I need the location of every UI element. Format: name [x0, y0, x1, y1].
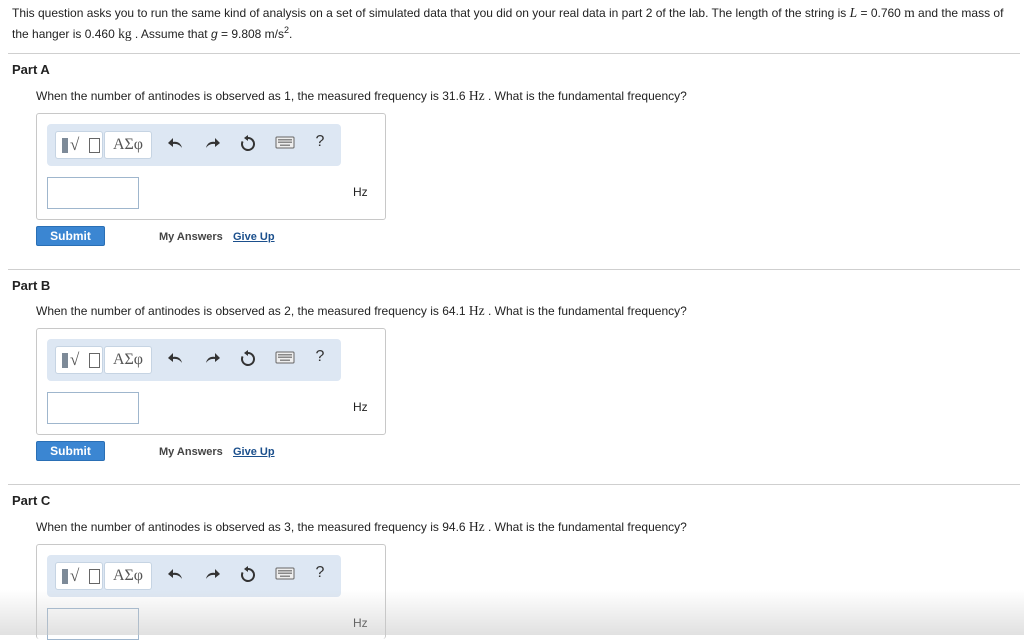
question-text-end: . What is the fundamental frequency? [484, 520, 687, 534]
intro-period: . [289, 27, 293, 41]
my-answers-label: My Answers [159, 446, 223, 458]
divider [8, 484, 1020, 485]
help-icon[interactable]: ? [311, 133, 329, 153]
reset-icon[interactable] [239, 566, 257, 586]
redo-icon[interactable] [203, 135, 221, 155]
greek-symbols-button[interactable]: ΑΣφ [104, 346, 152, 374]
part-a-answer-box: √ ΑΣφ ? Hz [36, 113, 386, 220]
divider [8, 269, 1020, 270]
templates-button[interactable]: √ [55, 346, 103, 374]
part-c-question: When the number of antinodes is observed… [36, 519, 687, 535]
give-up-link[interactable]: Give Up [233, 446, 275, 458]
answer-unit: Hz [353, 400, 368, 414]
help-icon[interactable]: ? [311, 564, 329, 584]
reset-icon[interactable] [239, 135, 257, 155]
keyboard-icon[interactable] [275, 135, 295, 155]
question-text: When the number of antinodes is observed… [36, 520, 469, 534]
math-toolbar: √ ΑΣφ ? [47, 339, 341, 381]
gravity-value: = 9.808 m/s [217, 27, 285, 41]
greek-label: ΑΣφ [112, 136, 144, 153]
problem-intro: This question asks you to run the same k… [12, 4, 1012, 43]
answer-unit: Hz [353, 185, 368, 199]
sqrt-icon: √ [70, 566, 80, 585]
part-c-answer-box: √ ΑΣφ ? Hz [36, 544, 386, 640]
question-unit: Hz [468, 88, 485, 103]
part-b-title: Part B [12, 278, 51, 293]
intro-text-assume: . Assume that [131, 27, 211, 41]
keyboard-icon[interactable] [275, 350, 295, 370]
my-answers-label: My Answers [159, 231, 223, 243]
templates-button[interactable]: √ [55, 131, 103, 159]
answer-input[interactable] [47, 392, 139, 424]
answer-input[interactable] [47, 608, 139, 640]
greek-symbols-button[interactable]: ΑΣφ [104, 562, 152, 590]
math-toolbar: √ ΑΣφ ? [47, 124, 341, 166]
give-up-link[interactable]: Give Up [233, 231, 275, 243]
sqrt-icon: √ [70, 135, 80, 154]
answer-unit: Hz [353, 616, 368, 630]
redo-icon[interactable] [203, 350, 221, 370]
intro-text: This question asks you to run the same k… [12, 6, 847, 20]
templates-button[interactable]: √ [55, 562, 103, 590]
template-block-icon [62, 353, 68, 368]
submit-button[interactable]: Submit [36, 226, 105, 246]
question-unit: Hz [468, 303, 485, 318]
part-b-question: When the number of antinodes is observed… [36, 303, 687, 319]
template-block-icon [62, 569, 68, 584]
sqrt-icon: √ [70, 350, 80, 369]
undo-icon[interactable] [167, 566, 185, 586]
help-icon[interactable]: ? [311, 348, 329, 368]
gravity-variable: g [210, 27, 218, 41]
question-unit: Hz [468, 519, 485, 534]
math-toolbar: √ ΑΣφ ? [47, 555, 341, 597]
square-box-icon [89, 569, 100, 584]
mass-unit: kg [118, 26, 132, 41]
question-text: When the number of antinodes is observed… [36, 304, 469, 318]
divider [8, 53, 1020, 54]
greek-symbols-button[interactable]: ΑΣφ [104, 131, 152, 159]
square-box-icon [89, 138, 100, 153]
question-text-end: . What is the fundamental frequency? [484, 304, 687, 318]
redo-icon[interactable] [203, 566, 221, 586]
length-unit: m [904, 5, 915, 20]
undo-icon[interactable] [167, 135, 185, 155]
length-variable: L [849, 5, 858, 20]
length-value: = 0.760 [857, 6, 905, 20]
part-a-title: Part A [12, 62, 50, 77]
part-a-question: When the number of antinodes is observed… [36, 88, 687, 104]
square-box-icon [89, 353, 100, 368]
answer-input[interactable] [47, 177, 139, 209]
question-text-end: . What is the fundamental frequency? [484, 89, 687, 103]
reset-icon[interactable] [239, 350, 257, 370]
question-text: When the number of antinodes is observed… [36, 89, 469, 103]
greek-label: ΑΣφ [112, 567, 144, 584]
keyboard-icon[interactable] [275, 566, 295, 586]
template-block-icon [62, 138, 68, 153]
greek-label: ΑΣφ [112, 351, 144, 368]
part-c-title: Part C [12, 493, 51, 508]
undo-icon[interactable] [167, 350, 185, 370]
part-b-answer-box: √ ΑΣφ ? Hz [36, 328, 386, 435]
submit-button[interactable]: Submit [36, 441, 105, 461]
